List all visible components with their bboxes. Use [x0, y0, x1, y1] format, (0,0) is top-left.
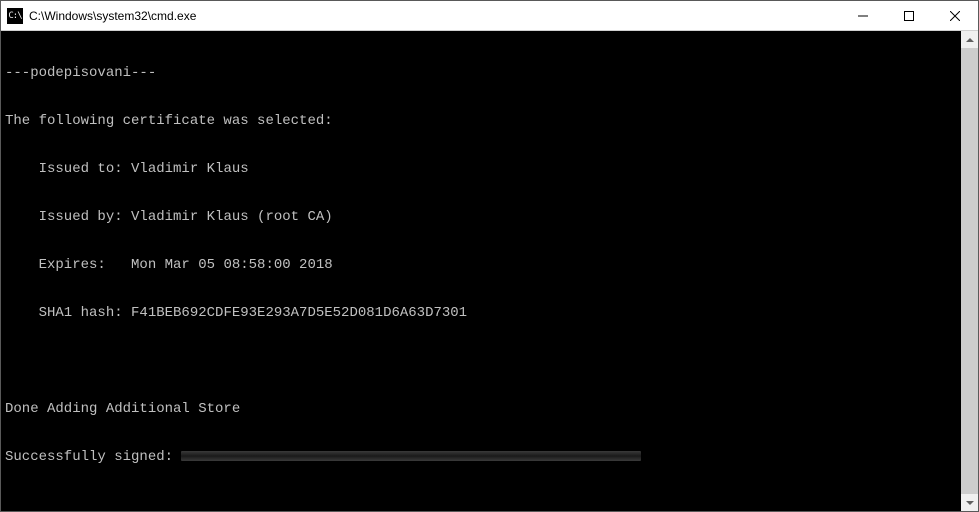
redacted-path — [181, 451, 641, 461]
successfully-signed: Successfully signed: — [5, 449, 957, 465]
window-title: C:\Windows\system32\cmd.exe — [29, 9, 840, 23]
cmd-icon: C:\ — [7, 8, 23, 24]
scroll-down-button[interactable] — [961, 494, 978, 511]
titlebar[interactable]: C:\ C:\Windows\system32\cmd.exe — [1, 1, 978, 31]
field-label: Issued by: — [5, 209, 123, 225]
field-label: SHA1 hash: — [5, 305, 123, 321]
close-button[interactable] — [932, 1, 978, 30]
field-value: Vladimir Klaus — [123, 161, 249, 177]
window-controls — [840, 1, 978, 30]
cert-sha1: SHA1 hash: F41BEB692CDFE93E293A7D5E52D08… — [5, 305, 957, 321]
done-adding-store: Done Adding Additional Store — [5, 401, 957, 417]
scroll-up-button[interactable] — [961, 31, 978, 48]
field-value: F41BEB692CDFE93E293A7D5E52D081D6A63D7301 — [123, 305, 467, 321]
cert-expires: Expires: Mon Mar 05 08:58:00 2018 — [5, 257, 957, 273]
cert-issued-to: Issued to: Vladimir Klaus — [5, 161, 957, 177]
terminal-output[interactable]: ---podepisovani--- The following certifi… — [1, 31, 961, 511]
field-label: Issued to: — [5, 161, 123, 177]
cert-issued-by: Issued by: Vladimir Klaus (root CA) — [5, 209, 957, 225]
minimize-button[interactable] — [840, 1, 886, 30]
cert-selected-msg: The following certificate was selected: — [5, 113, 957, 129]
client-area: ---podepisovani--- The following certifi… — [1, 31, 978, 511]
field-value: Vladimir Klaus (root CA) — [123, 209, 333, 225]
section-header: ---podepisovani--- — [5, 65, 957, 81]
maximize-button[interactable] — [886, 1, 932, 30]
field-value: Mon Mar 05 08:58:00 2018 — [123, 257, 333, 273]
scroll-track[interactable] — [961, 48, 978, 494]
command-prompt-window: C:\ C:\Windows\system32\cmd.exe ---podep… — [0, 0, 979, 512]
blank-line — [5, 497, 957, 511]
vertical-scrollbar[interactable] — [961, 31, 978, 511]
field-label: Expires: — [5, 257, 123, 273]
signed-prefix: Successfully signed: — [5, 449, 181, 465]
scroll-thumb[interactable] — [961, 48, 978, 494]
blank-line — [5, 353, 957, 369]
